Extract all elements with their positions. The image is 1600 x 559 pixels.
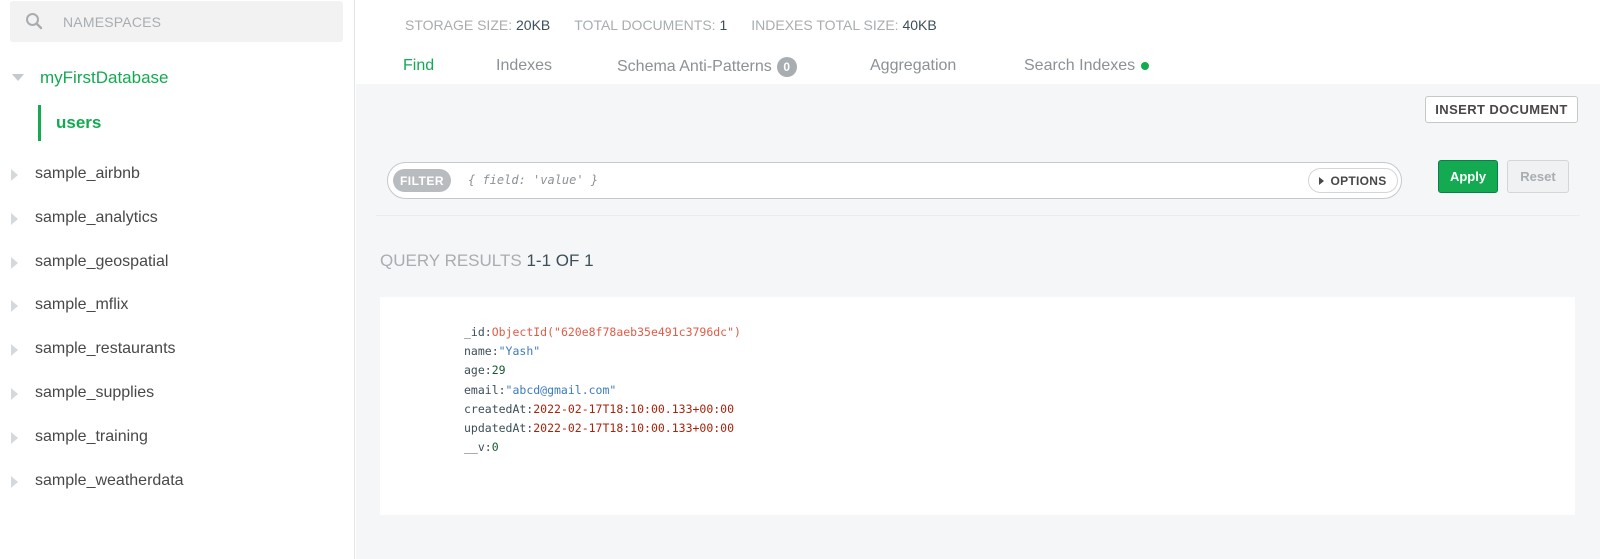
- document-field: email:"abcd@gmail.com": [464, 381, 741, 400]
- status-dot-icon: [1141, 62, 1150, 70]
- sidebar-item-label: sample_restaurants: [35, 340, 176, 357]
- insert-document-button[interactable]: INSERT DOCUMENT: [1425, 96, 1578, 123]
- caret-right-icon[interactable]: [11, 300, 18, 312]
- caret-down-icon[interactable]: [12, 74, 24, 81]
- total-documents-label: TOTAL DOCUMENTS:: [574, 17, 716, 33]
- tab-label: Indexes: [496, 57, 553, 74]
- count-badge: 0: [776, 57, 797, 77]
- document-field: __v:0: [464, 438, 741, 457]
- field-key: name:: [464, 344, 499, 359]
- field-value: ObjectId("620e8f78aeb35e491c3796dc"): [491, 325, 741, 339]
- sidebar-item-label: sample_airbnb: [35, 165, 140, 182]
- field-key: __v:: [464, 440, 492, 455]
- sidebar-item-sample-analytics[interactable]: sample_analytics: [0, 202, 355, 238]
- field-value: 0: [491, 440, 499, 455]
- field-key: createdAt:: [464, 401, 534, 416]
- sidebar-item-sample-supplies[interactable]: sample_supplies: [0, 377, 355, 413]
- collection-tabs: Find Indexes Schema Anti-Patterns 0 Aggr…: [356, 50, 1600, 84]
- sidebar-item-label: sample_mflix: [35, 296, 129, 313]
- field-key: updatedAt:: [464, 421, 534, 436]
- field-key: email:: [464, 382, 506, 397]
- main-panel: STORAGE SIZE: 20KB TOTAL DOCUMENTS: 1 IN…: [356, 0, 1600, 559]
- tab-label: Search Indexes: [1024, 57, 1136, 74]
- tab-search-indexes[interactable]: Search Indexes: [1024, 57, 1150, 75]
- namespace-search[interactable]: NAMESPACES: [10, 1, 343, 42]
- caret-right-icon[interactable]: [11, 388, 18, 400]
- filter-pill: FILTER: [393, 169, 451, 192]
- sidebar-item-label: sample_weatherdata: [35, 472, 184, 489]
- options-label: OPTIONS: [1330, 173, 1387, 188]
- document-field: updatedAt:2022-02-17T18:10:00.133+00:00: [464, 419, 741, 438]
- query-results-label: QUERY RESULTS: [380, 251, 522, 270]
- sidebar-item-sample-restaurants[interactable]: sample_restaurants: [0, 333, 355, 369]
- field-value: 2022-02-17T18:10:00.133+00:00: [533, 421, 735, 436]
- storage-size-stat: STORAGE SIZE: 20KB: [405, 17, 550, 33]
- sidebar-item-sample-weatherdata[interactable]: sample_weatherdata: [0, 465, 355, 501]
- caret-right-icon[interactable]: [11, 213, 18, 225]
- sidebar-item-label: sample_supplies: [35, 384, 155, 401]
- caret-right-icon: [1319, 176, 1325, 185]
- field-key: _id:: [464, 325, 492, 339]
- sidebar-item-sample-airbnb[interactable]: sample_airbnb: [0, 158, 355, 194]
- tab-schema-anti-patterns[interactable]: Schema Anti-Patterns 0: [617, 57, 797, 77]
- field-value: "abcd@gmail.com": [505, 382, 617, 397]
- sidebar-item-sample-training[interactable]: sample_training: [0, 421, 355, 457]
- tab-aggregation[interactable]: Aggregation: [870, 57, 956, 75]
- active-collection-indicator: [38, 105, 41, 141]
- sidebar-item-users[interactable]: users: [56, 113, 101, 133]
- filter-input[interactable]: { field: 'value' }: [468, 173, 598, 187]
- indexes-size-value: 40KB: [902, 17, 937, 33]
- sidebar-item-label: sample_analytics: [35, 209, 158, 226]
- tab-find[interactable]: Find: [403, 57, 434, 75]
- sidebar-item-sample-geospatial[interactable]: sample_geospatial: [0, 246, 355, 282]
- tab-label: Schema Anti-Patterns: [617, 58, 772, 75]
- storage-size-value: 20KB: [516, 17, 551, 33]
- field-value: 2022-02-17T18:10:00.133+00:00: [533, 401, 735, 416]
- indexes-size-label: INDEXES TOTAL SIZE:: [751, 17, 899, 33]
- document-fields: _id:ObjectId("620e8f78aeb35e491c3796dc")…: [464, 323, 741, 457]
- tab-label: Aggregation: [870, 57, 957, 74]
- sidebar-item-sample-mflix[interactable]: sample_mflix: [0, 289, 355, 325]
- caret-right-icon[interactable]: [11, 344, 18, 356]
- document-field: age:29: [464, 361, 741, 380]
- apply-button[interactable]: Apply: [1438, 160, 1498, 193]
- caret-right-icon[interactable]: [11, 257, 18, 269]
- caret-right-icon[interactable]: [11, 169, 18, 181]
- options-button[interactable]: OPTIONS: [1308, 168, 1398, 193]
- document-card[interactable]: _id:ObjectId("620e8f78aeb35e491c3796dc")…: [380, 297, 1575, 515]
- field-key: age:: [464, 363, 492, 378]
- indexes-size-stat: INDEXES TOTAL SIZE: 40KB: [751, 17, 936, 33]
- total-documents-stat: TOTAL DOCUMENTS: 1: [574, 17, 727, 33]
- query-results-count: 1-1 OF 1: [526, 251, 594, 270]
- namespace-search-label: NAMESPACES: [63, 13, 162, 30]
- sidebar-item-label: sample_training: [35, 428, 148, 445]
- find-content: INSERT DOCUMENT FILTER { field: 'value' …: [356, 84, 1600, 559]
- search-icon: [25, 12, 45, 32]
- storage-size-label: STORAGE SIZE:: [405, 17, 513, 33]
- sidebar: NAMESPACES myFirstDatabase users sample_…: [0, 0, 355, 559]
- filter-bar: FILTER { field: 'value' } OPTIONS: [387, 162, 1402, 199]
- caret-right-icon[interactable]: [11, 476, 18, 488]
- tab-indexes[interactable]: Indexes: [496, 57, 552, 75]
- field-value: 29: [491, 363, 506, 378]
- sidebar-item-myfirstdatabase[interactable]: myFirstDatabase: [40, 68, 168, 88]
- sidebar-item-label: sample_geospatial: [35, 253, 169, 270]
- document-field: _id:ObjectId("620e8f78aeb35e491c3796dc"): [464, 323, 741, 342]
- document-field: name:"Yash": [464, 342, 741, 361]
- field-value: "Yash": [498, 344, 541, 359]
- collection-stats: STORAGE SIZE: 20KB TOTAL DOCUMENTS: 1 IN…: [405, 17, 961, 33]
- caret-right-icon[interactable]: [11, 432, 18, 444]
- divider: [376, 215, 1580, 216]
- tab-label: Find: [403, 57, 435, 74]
- query-results-heading: QUERY RESULTS 1-1 OF 1: [380, 251, 594, 271]
- total-documents-value: 1: [719, 17, 728, 33]
- reset-button[interactable]: Reset: [1507, 160, 1569, 193]
- document-field: createdAt:2022-02-17T18:10:00.133+00:00: [464, 400, 741, 419]
